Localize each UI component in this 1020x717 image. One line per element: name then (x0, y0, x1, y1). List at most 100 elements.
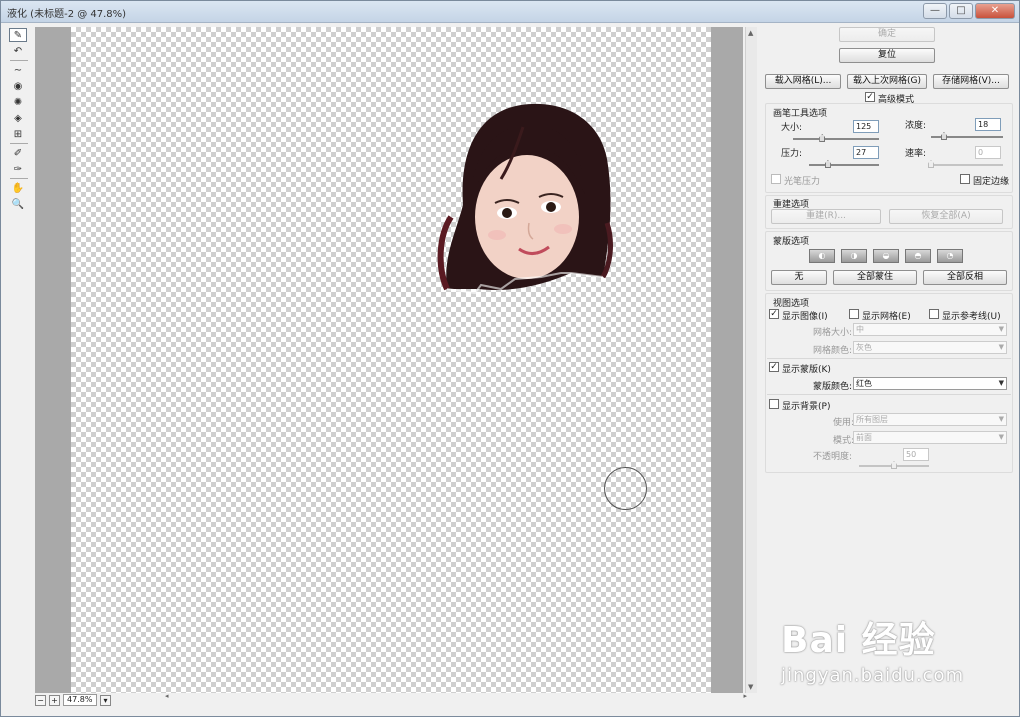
bloat-tool-icon[interactable]: ◈ (9, 111, 27, 125)
mask-all-button[interactable]: 全部蒙住 (833, 270, 917, 285)
mask-replace-icon[interactable]: ◐ (809, 249, 835, 263)
watermark-brand: Bai 经验 (781, 620, 936, 661)
stylus-pressure-label: 光笔压力 (784, 177, 821, 187)
thaw-mask-tool-icon[interactable]: ✑ (9, 162, 27, 176)
pin-edges-checkbox[interactable] (960, 174, 970, 184)
smooth-tool-icon[interactable]: ∼ (9, 63, 27, 77)
opacity-slider[interactable] (859, 461, 929, 469)
rate-slider[interactable] (928, 160, 1003, 168)
show-guides-checkbox[interactable] (929, 309, 939, 319)
divider (767, 394, 1011, 395)
opacity-input[interactable]: 50 (903, 448, 929, 461)
chevron-down-icon: ▼ (998, 343, 1004, 351)
use-label: 使用: (833, 418, 855, 428)
invert-all-button[interactable]: 全部反相 (923, 270, 1007, 285)
horizontal-scrollbar[interactable]: ◂ ▸ (111, 692, 747, 703)
mask-intersect-icon[interactable]: ◓ (905, 249, 931, 263)
zoom-in-button[interactable]: + (49, 694, 60, 706)
size-label: 大小: (781, 123, 803, 133)
load-mesh-button[interactable]: 载入网格(L)... (765, 74, 841, 89)
mode-value: 前面 (856, 433, 872, 442)
pressure-slider[interactable] (809, 160, 879, 168)
tool-strip: ✎ ↶ ∼ ◉ ✺ ◈ ⊞ ✐ ✑ ✋ 🔍 (7, 27, 31, 210)
window-controls: — □ ✕ (923, 3, 1015, 19)
density-label: 浓度: (905, 121, 927, 131)
pucker-tool-icon[interactable]: ✺ (9, 95, 27, 109)
scroll-down-icon[interactable]: ▼ (748, 683, 753, 691)
mask-invert-icon[interactable]: ◔ (937, 249, 963, 263)
size-slider[interactable] (793, 134, 879, 142)
mask-none-button[interactable]: 无 (771, 270, 827, 285)
show-backdrop-label: 显示背景(P) (782, 402, 831, 412)
chevron-down-icon: ▼ (998, 433, 1004, 441)
chevron-down-icon: ▼ (998, 379, 1004, 387)
close-button[interactable]: ✕ (975, 3, 1015, 19)
liquify-window: 液化 (未标题-2 @ 47.8%) — □ ✕ ✎ ↶ ∼ ◉ ✺ ◈ ⊞ ✐… (0, 0, 1020, 717)
zoom-bar: − + 47.8% ▾ (35, 693, 111, 707)
mesh-color-label: 网格颜色: (813, 346, 853, 356)
scroll-up-icon[interactable]: ▲ (748, 29, 753, 37)
zoom-dropdown-button[interactable]: ▾ (100, 694, 111, 706)
transparent-canvas[interactable] (71, 27, 711, 693)
mesh-color-select[interactable]: 灰色 ▼ (853, 341, 1007, 354)
title-bar: 液化 (未标题-2 @ 47.8%) — □ ✕ (1, 1, 1019, 23)
advanced-mode-checkbox[interactable]: ✓ (865, 92, 875, 102)
options-panel: 确定 复位 载入网格(L)... 载入上次网格(G) 存储网格(V)... ✓ … (761, 23, 1017, 713)
reset-button[interactable]: 复位 (839, 48, 935, 63)
tool-divider (10, 178, 28, 179)
mesh-size-value: 中 (856, 325, 864, 334)
show-guides-label: 显示参考线(U) (942, 312, 1001, 322)
mask-add-icon[interactable]: ◑ (841, 249, 867, 263)
save-mesh-button[interactable]: 存储网格(V)... (933, 74, 1009, 89)
reconstruct-tool-icon[interactable]: ↶ (9, 44, 27, 58)
mesh-color-value: 灰色 (856, 343, 872, 352)
watermark-url: jingyan.baidu.com (781, 665, 965, 686)
zoom-out-button[interactable]: − (35, 694, 46, 706)
brush-cursor (604, 467, 647, 510)
maximize-button[interactable]: □ (949, 3, 973, 19)
show-image-label: 显示图像(I) (782, 312, 828, 322)
tool-divider (10, 143, 28, 144)
show-backdrop-checkbox[interactable] (769, 399, 779, 409)
freeze-mask-tool-icon[interactable]: ✐ (9, 146, 27, 160)
minimize-button[interactable]: — (923, 3, 947, 19)
pressure-label: 压力: (781, 149, 803, 159)
use-select[interactable]: 所有图层 ▼ (853, 413, 1007, 426)
size-input[interactable]: 125 (853, 120, 879, 133)
stylus-pressure-checkbox[interactable] (771, 174, 781, 184)
show-mesh-checkbox[interactable] (849, 309, 859, 319)
load-last-mesh-button[interactable]: 载入上次网格(G) (847, 74, 927, 89)
hand-tool-icon[interactable]: ✋ (9, 181, 27, 195)
mode-select[interactable]: 前面 ▼ (853, 431, 1007, 444)
mesh-size-select[interactable]: 中 ▼ (853, 323, 1007, 336)
mesh-size-label: 网格大小: (813, 328, 853, 338)
density-slider[interactable] (931, 132, 1003, 140)
zoom-level-field[interactable]: 47.8% (63, 694, 97, 706)
mask-subtract-icon[interactable]: ◒ (873, 249, 899, 263)
rate-label: 速率: (905, 149, 927, 159)
ok-button[interactable]: 确定 (839, 27, 935, 42)
density-input[interactable]: 18 (975, 118, 1001, 131)
reconstruct-button[interactable]: 重建(R)... (771, 209, 881, 224)
view-options-title: 视图选项 (773, 299, 810, 309)
twirl-tool-icon[interactable]: ◉ (9, 79, 27, 93)
divider (767, 358, 1011, 359)
push-left-tool-icon[interactable]: ⊞ (9, 127, 27, 141)
restore-all-button[interactable]: 恢复全部(A) (889, 209, 1003, 224)
chevron-down-icon: ▼ (998, 325, 1004, 333)
show-mesh-label: 显示网格(E) (862, 312, 911, 322)
show-mask-label: 显示蒙版(K) (782, 365, 831, 375)
show-mask-checkbox[interactable]: ✓ (769, 362, 779, 372)
zoom-tool-icon[interactable]: 🔍 (9, 197, 27, 211)
mask-color-select[interactable]: 红色 ▼ (853, 377, 1007, 390)
vertical-scrollbar[interactable]: ▲ ▼ (745, 27, 757, 693)
mask-color-label: 蒙版颜色: (813, 382, 853, 392)
forward-warp-tool-icon[interactable]: ✎ (9, 28, 27, 42)
baidu-watermark: Bai 经验 jingyan.baidu.com (781, 611, 964, 686)
scroll-right-icon[interactable]: ▸ (743, 692, 747, 700)
pressure-input[interactable]: 27 (853, 146, 879, 159)
preview-area[interactable] (35, 27, 743, 693)
show-image-checkbox[interactable]: ✓ (769, 309, 779, 319)
scroll-left-icon[interactable]: ◂ (165, 692, 169, 700)
rate-input[interactable]: 0 (975, 146, 1001, 159)
